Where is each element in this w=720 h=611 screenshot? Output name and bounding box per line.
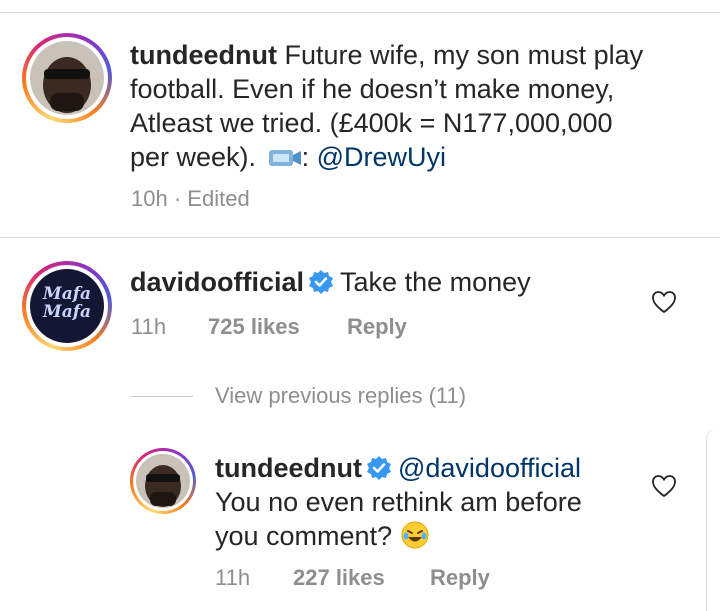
- screen-edge: [706, 428, 720, 611]
- view-previous-replies-link[interactable]: View previous replies (11): [215, 383, 466, 409]
- caption-avatar[interactable]: [22, 33, 112, 123]
- man-portrait-image: [30, 41, 104, 115]
- laughing-emoji-icon: [400, 520, 430, 558]
- caption-mention-link[interactable]: @DrewUyi: [317, 142, 446, 172]
- reply-reply-button[interactable]: Reply: [430, 565, 490, 591]
- comment-like-heart-icon[interactable]: [650, 288, 678, 316]
- caption-dot: ·: [173, 186, 182, 211]
- caption-line-4: per week).: [130, 142, 257, 172]
- comment-reply-button[interactable]: Reply: [347, 314, 407, 340]
- caption-line-3: Atleast we tried. (£400k = N177,000,000: [130, 108, 613, 138]
- reply-like-heart-icon[interactable]: [650, 472, 678, 500]
- reply-text: tundeednut @davidoofficial You no even r…: [215, 451, 645, 558]
- comment-avatar[interactable]: Mafa Mafa: [22, 261, 112, 351]
- comment-text: davidoofficial Take the money: [130, 265, 531, 299]
- comment-username[interactable]: davidoofficial: [130, 267, 304, 297]
- view-replies-line: [131, 396, 193, 397]
- reply-meta: 11h: [215, 565, 250, 591]
- comment-body: Take the money: [340, 267, 531, 297]
- top-edge: [0, 0, 720, 13]
- caption-meta: 10h · Edited: [131, 186, 250, 212]
- caption-edited: Edited: [187, 186, 250, 211]
- reply-avatar[interactable]: [130, 448, 196, 514]
- caption-text: tundeednut Future wife, my son must play…: [130, 38, 690, 178]
- reply-username[interactable]: tundeednut: [215, 453, 362, 483]
- divider: [0, 237, 720, 238]
- caption-line-1: Future wife, my son must play: [284, 40, 644, 70]
- comment-likes[interactable]: 725 likes: [208, 314, 300, 340]
- caption-line-2: football. Even if he doesn’t make money,: [130, 74, 615, 104]
- caption-time: 10h: [131, 186, 168, 211]
- verified-badge-icon: [308, 269, 334, 295]
- reply-line-1: You no even rethink am before: [215, 487, 582, 517]
- reply-likes[interactable]: 227 likes: [293, 565, 385, 591]
- reply-line-2: you comment?: [215, 521, 393, 551]
- comment-meta: 11h: [131, 314, 166, 340]
- comment-time: 11h: [131, 314, 167, 339]
- verified-badge-icon: [366, 455, 392, 481]
- man-portrait-image: [136, 454, 190, 508]
- mafa-logo: Mafa Mafa: [42, 284, 92, 322]
- reply-mention-link[interactable]: @davidoofficial: [398, 453, 581, 483]
- caption-separator: :: [301, 142, 310, 172]
- reply-time: 11h: [215, 565, 251, 590]
- tv-camera-icon: [268, 144, 302, 178]
- caption-username[interactable]: tundeednut: [130, 40, 277, 70]
